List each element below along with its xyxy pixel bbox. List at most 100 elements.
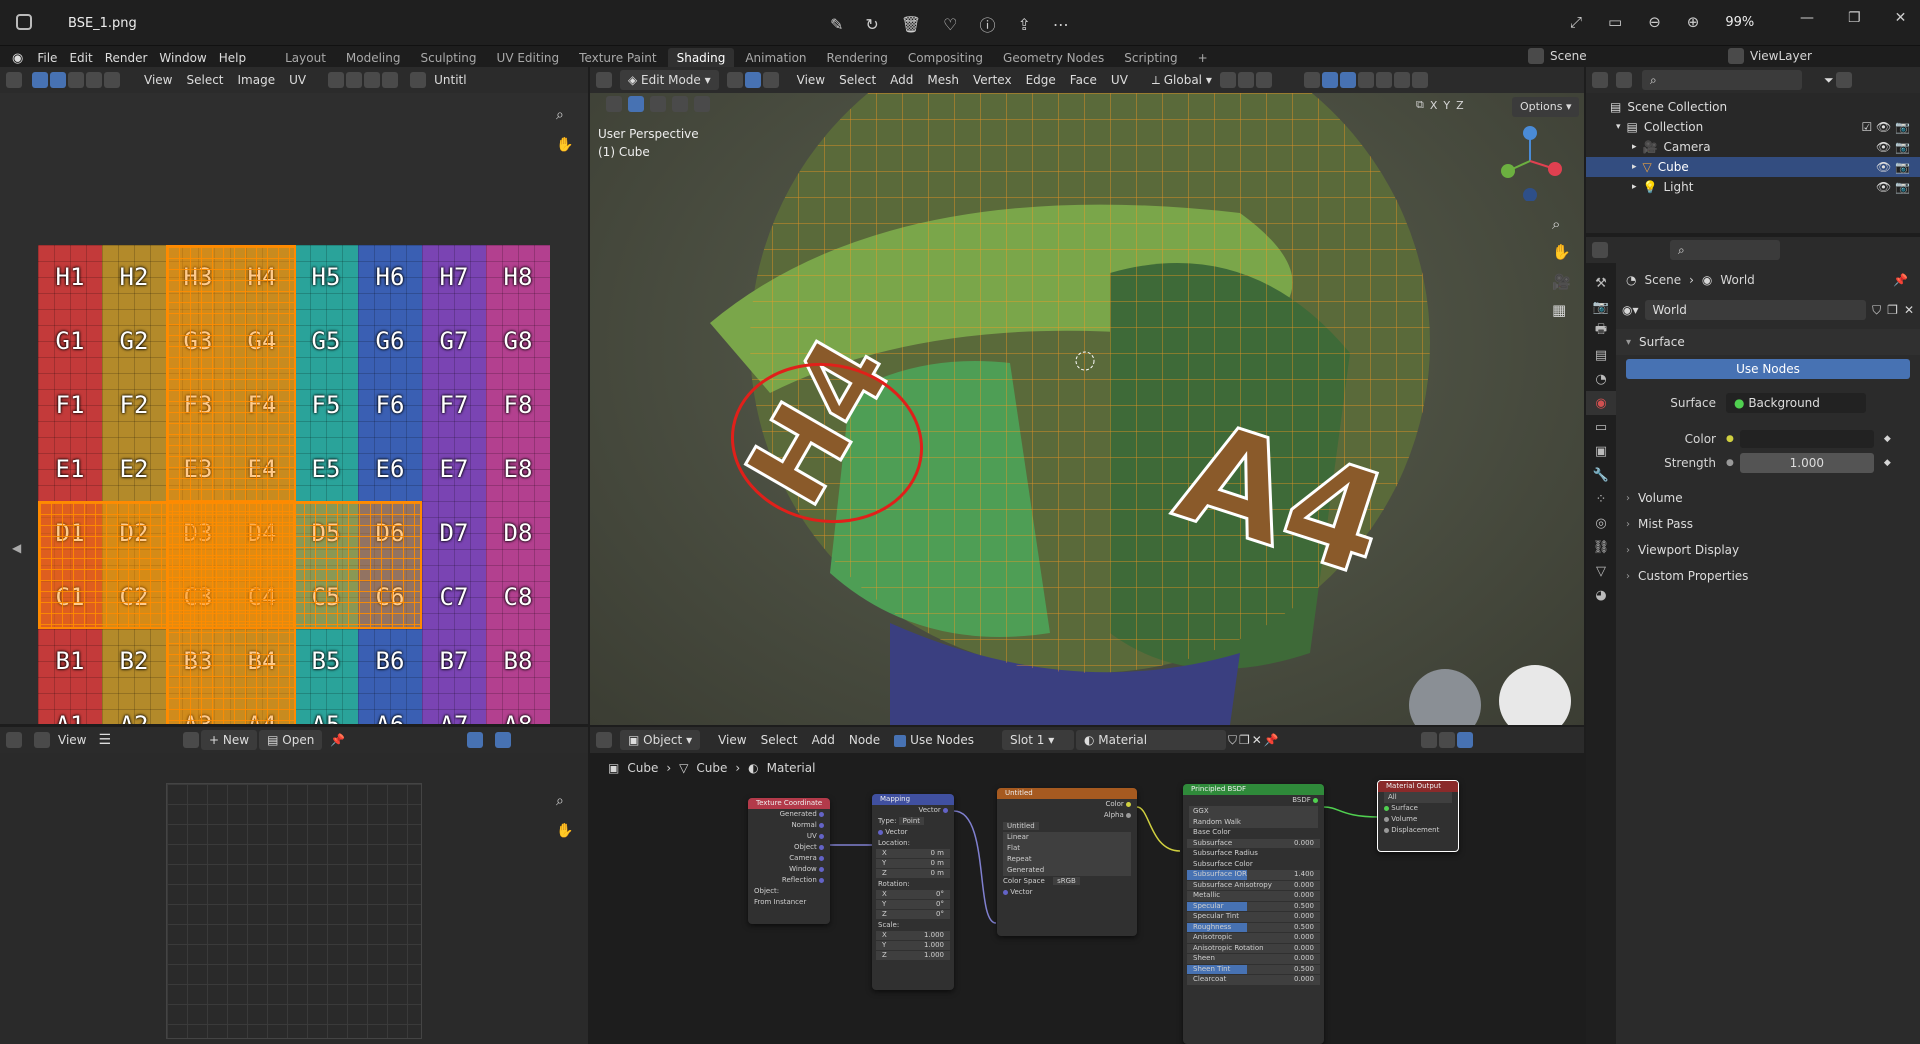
expand-collection-icon[interactable]: ▾ <box>1616 122 1621 132</box>
vp-menu-edge[interactable]: Edge <box>1020 70 1062 90</box>
shading-material-icon[interactable] <box>1411 72 1428 88</box>
image-editor-type-icon[interactable] <box>6 732 22 748</box>
menu-render[interactable]: Render <box>99 48 154 68</box>
mapping-rot-field[interactable]: Y 0° <box>876 900 950 909</box>
new-collection-icon[interactable] <box>1835 72 1852 88</box>
blender-logo-icon[interactable]: ◉ <box>12 51 23 66</box>
proportional-icon[interactable] <box>364 72 381 88</box>
bsdf-input[interactable]: Sheen 0.000 <box>1187 954 1320 964</box>
tab-shading[interactable]: Shading <box>667 48 735 68</box>
node-menu-node[interactable]: Node <box>843 730 886 750</box>
output-tab-icon[interactable]: 🖶 <box>1586 319 1616 343</box>
image-option-dropdown[interactable]: Linear <box>997 832 1137 843</box>
tool-box-icon[interactable] <box>628 96 644 112</box>
image-option-dropdown[interactable]: Repeat <box>997 854 1137 865</box>
island-select-icon[interactable] <box>104 72 120 88</box>
image-datablock[interactable]: Untitled <box>997 821 1137 832</box>
add-workspace-icon[interactable]: + <box>1189 48 1217 68</box>
outliner-item-camera[interactable]: ▸ 🎥 Camera 👁 📷 <box>1586 137 1920 157</box>
pivot-icon[interactable] <box>328 72 345 88</box>
image-editor-canvas[interactable]: ⌕ ✋ <box>0 753 588 1044</box>
new-image-button[interactable]: + New <box>201 730 258 750</box>
bsdf-input[interactable]: Subsurface IOR 1.400 <box>1187 870 1320 880</box>
bsdf-input[interactable]: Base Color <box>1187 828 1320 838</box>
shading-wire-icon[interactable] <box>1375 72 1392 88</box>
xray-icon[interactable] <box>1357 72 1374 88</box>
outliner-collection[interactable]: ▾ ▤ Collection ☑ 👁 📷 <box>1586 117 1920 137</box>
display-mode-icon[interactable] <box>1616 72 1632 88</box>
3d-viewport[interactable]: A4 H4 User Perspective (1) Cube ⧉ X Y Z … <box>590 93 1584 725</box>
menu-file[interactable]: File <box>31 48 63 68</box>
bsdf-input[interactable]: Specular 0.500 <box>1187 901 1320 911</box>
node-pin-icon[interactable]: 📌 <box>1264 733 1279 747</box>
zoom-out-icon[interactable]: ⊖ <box>1648 13 1661 31</box>
hamburger-icon[interactable]: ☰ <box>98 732 111 748</box>
image-option-dropdown[interactable]: Flat <box>997 843 1137 854</box>
world-name-field[interactable]: World <box>1644 300 1867 320</box>
gizmo-icon[interactable] <box>467 732 484 748</box>
strength-keyframe-icon[interactable]: ◆ <box>1884 458 1891 468</box>
bsdf-input[interactable]: Clearcoat 0.000 <box>1187 975 1320 985</box>
uv-menu-uv[interactable]: UV <box>283 70 312 90</box>
navigation-gizmo[interactable] <box>1490 121 1570 201</box>
tab-uv-editing[interactable]: UV Editing <box>488 48 569 68</box>
sidebar-toggle-icon[interactable]: ◀ <box>12 541 21 555</box>
color-swatch[interactable] <box>1739 430 1874 448</box>
node-principled-bsdf[interactable]: Principled BSDF BSDF GGX Random Walk Bas… <box>1183 784 1324 1044</box>
constraints-tab-icon[interactable]: ⛓ <box>1586 535 1616 559</box>
tab-modeling[interactable]: Modeling <box>337 48 410 68</box>
collection-tab-icon[interactable]: ▭ <box>1586 415 1616 439</box>
object-tab-icon[interactable]: ▣ <box>1586 439 1616 463</box>
strength-field[interactable]: 1.000 <box>1739 453 1874 473</box>
section-custom-properties[interactable]: › Custom Properties <box>1616 563 1920 589</box>
node-texture-coordinate[interactable]: Texture Coordinate Generated Normal UV O… <box>748 798 830 924</box>
zoom-view-icon[interactable]: ⌕ <box>556 107 564 123</box>
tab-rendering[interactable]: Rendering <box>818 48 897 68</box>
color-socket-icon[interactable]: ● <box>1726 434 1734 444</box>
bsdf-input[interactable]: Subsurface Color <box>1187 860 1320 870</box>
mapping-loc-field[interactable]: Y 0 m <box>876 859 950 868</box>
socket[interactable] <box>1384 816 1389 822</box>
use-nodes-checkbox[interactable]: Use Nodes <box>888 730 980 750</box>
node-texcoord-object-row[interactable]: Object: <box>748 886 830 897</box>
select-face-icon[interactable] <box>762 72 779 88</box>
view-mode-icon[interactable] <box>34 732 50 748</box>
section-viewport-display[interactable]: › Viewport Display <box>1616 537 1920 563</box>
socket[interactable] <box>819 844 824 850</box>
falloff-icon[interactable] <box>382 72 399 88</box>
vp-menu-face[interactable]: Face <box>1064 70 1103 90</box>
vp-menu-select[interactable]: Select <box>833 70 882 90</box>
bsdf-input[interactable]: Anisotropic Rotation 0.000 <box>1187 943 1320 953</box>
properties-search[interactable]: ⌕ <box>1670 240 1780 260</box>
tool-tab-icon[interactable]: ⚒ <box>1586 271 1616 295</box>
socket[interactable] <box>1126 812 1131 818</box>
edit-image-icon[interactable]: ✎ <box>830 15 843 34</box>
node-mapping[interactable]: Mapping Vector Type: Point Vector Locati… <box>872 794 954 990</box>
editor-type-icon[interactable] <box>6 72 22 88</box>
world-fake-user-icon[interactable]: ⛉ <box>1872 303 1881 318</box>
vp-menu-view[interactable]: View <box>791 70 831 90</box>
uv-editor-canvas[interactable]: H1H2H3H4H5H6H7H8G1G2G3G4G5G6G7G8F1F2F3F4… <box>0 93 588 724</box>
uv-menu-view[interactable]: View <box>138 70 178 90</box>
render-tab-icon[interactable]: 📷 <box>1586 295 1616 319</box>
socket[interactable] <box>1384 827 1389 833</box>
filter-icon[interactable]: ⏷ <box>1824 73 1834 88</box>
image-name-field[interactable]: Untitl <box>428 70 472 90</box>
bsdf-input[interactable]: Subsurface 0.000 <box>1187 838 1320 848</box>
tool-intersect-icon[interactable] <box>694 96 710 112</box>
bsdf-input[interactable]: Roughness 0.500 <box>1187 922 1320 932</box>
socket[interactable] <box>819 866 824 872</box>
data-tab-icon[interactable]: ▽ <box>1586 559 1616 583</box>
pan-hand-icon[interactable]: ✋ <box>556 137 573 153</box>
outliner-search[interactable]: ⌕ <box>1642 70 1802 90</box>
surface-shader-field[interactable]: ● Background <box>1726 393 1866 413</box>
mapping-rot-field[interactable]: X 0° <box>876 890 950 899</box>
bsdf-input[interactable]: Subsurface Anisotropy 0.000 <box>1187 880 1320 890</box>
select-edge-icon[interactable] <box>744 72 761 88</box>
overlay-toggle-icon[interactable] <box>1339 72 1356 88</box>
socket[interactable] <box>819 877 824 883</box>
socket[interactable] <box>819 811 824 817</box>
vp-menu-vertex[interactable]: Vertex <box>967 70 1018 90</box>
outliner-scene-collection[interactable]: ▤ Scene Collection <box>1586 97 1920 117</box>
axis-x[interactable]: X <box>1430 99 1438 112</box>
